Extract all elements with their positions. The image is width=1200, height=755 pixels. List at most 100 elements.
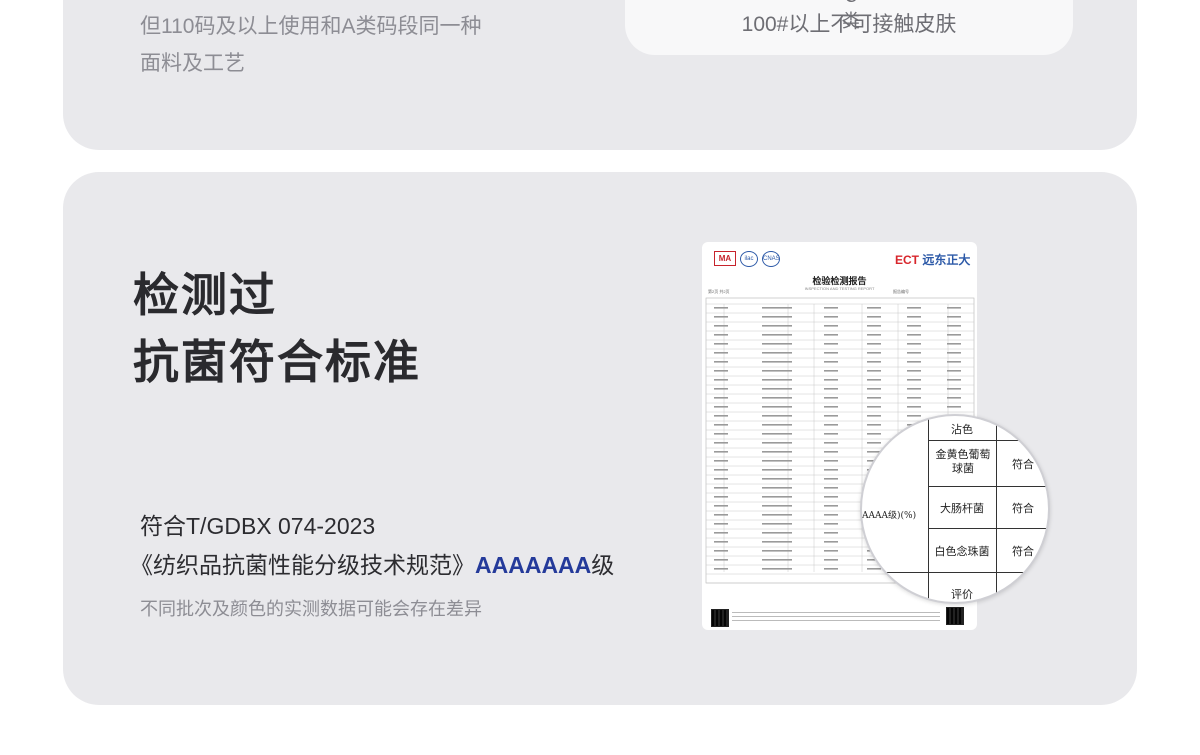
report-cell-text	[824, 550, 838, 552]
report-cell-text	[867, 325, 881, 327]
report-cell-text	[867, 343, 881, 345]
report-cell-text	[762, 550, 792, 552]
mag-row-ecoli: 大肠杆菌	[940, 502, 984, 515]
report-cell-text	[714, 487, 728, 489]
report-cell-text	[947, 370, 961, 372]
report-cell-text	[867, 370, 881, 372]
report-cell-text	[714, 478, 728, 480]
mag-divider	[862, 572, 1048, 573]
report-page-number: 第2页 共2页	[708, 289, 730, 294]
report-cell-text	[947, 316, 961, 318]
report-cell-text	[762, 379, 792, 381]
report-cell-text	[907, 325, 921, 327]
report-cell-text	[714, 334, 728, 336]
report-cell-text	[867, 406, 881, 408]
report-cell-text	[762, 433, 792, 435]
report-cell-text	[762, 559, 792, 561]
report-cell-text	[947, 307, 961, 309]
report-footer-line	[732, 612, 940, 613]
report-cell-text	[762, 307, 792, 309]
report-cell-text	[824, 370, 838, 372]
report-cell-text	[824, 460, 838, 462]
report-cell-text	[762, 487, 792, 489]
report-cell-text	[714, 559, 728, 561]
report-cell-text	[867, 397, 881, 399]
report-cell-text	[762, 415, 792, 417]
accreditation-logos: MA ilac CNAS	[714, 251, 780, 267]
fabric-note-line-2: 面料及工艺	[140, 52, 245, 75]
report-cell-text	[824, 334, 838, 336]
report-cell-text	[824, 307, 838, 309]
report-cell-text	[762, 316, 792, 318]
mag-row-candida: 白色念珠菌	[934, 545, 990, 558]
report-cell-text	[762, 442, 792, 444]
report-cell-text	[714, 307, 728, 309]
report-cell-text	[824, 478, 838, 480]
report-cell-text	[762, 523, 792, 525]
report-cell-text	[762, 361, 792, 363]
qr-code-icon	[711, 609, 729, 627]
mag-divider	[928, 440, 1048, 441]
report-cell-text	[714, 388, 728, 390]
report-cell-text	[907, 370, 921, 372]
report-cell-text	[867, 379, 881, 381]
report-cell-text	[714, 406, 728, 408]
report-cell-text	[907, 334, 921, 336]
mag-divider	[928, 486, 1048, 487]
report-cell-text	[714, 397, 728, 399]
report-cell-text	[762, 460, 792, 462]
report-cell-text	[947, 406, 961, 408]
report-footer-line	[732, 620, 940, 621]
report-subtitle: INSPECTION AND TESTING REPORT	[804, 286, 875, 291]
mag-result-3: 符合	[1012, 545, 1034, 558]
report-cell-text	[714, 325, 728, 327]
report-cell-text	[824, 424, 838, 426]
report-cell-text	[947, 334, 961, 336]
report-cell-text	[867, 361, 881, 363]
report-cell-text	[824, 388, 838, 390]
report-cell-text	[907, 406, 921, 408]
report-cell-text	[762, 325, 792, 327]
pill-category-fragment: C类	[842, 0, 860, 31]
report-cell-text	[714, 496, 728, 498]
report-cell-text	[867, 442, 881, 444]
report-cell-text	[762, 568, 792, 570]
report-cell-text	[867, 316, 881, 318]
report-cell-text	[907, 316, 921, 318]
report-cell-text	[714, 361, 728, 363]
report-cell-text	[947, 352, 961, 354]
report-cell-text	[762, 388, 792, 390]
report-cell-text	[762, 451, 792, 453]
mag-divider	[928, 528, 1048, 529]
report-cell-text	[947, 343, 961, 345]
report-cell-text	[947, 325, 961, 327]
report-cell-text	[762, 343, 792, 345]
report-cell-text	[824, 397, 838, 399]
report-cell-text	[907, 388, 921, 390]
report-cell-text	[714, 370, 728, 372]
report-cell-text	[824, 514, 838, 516]
report-cell-text	[824, 406, 838, 408]
report-cell-text	[824, 343, 838, 345]
report-cell-text	[867, 415, 881, 417]
report-cell-text	[714, 532, 728, 534]
report-cell-text	[714, 541, 728, 543]
report-cell-text	[907, 361, 921, 363]
report-cell-text	[762, 514, 792, 516]
report-cell-text	[947, 397, 961, 399]
qr-code-icon	[946, 607, 964, 625]
report-cell-text	[762, 406, 792, 408]
report-cell-text	[824, 352, 838, 354]
report-cell-text	[824, 469, 838, 471]
cnas-logo-icon: CNAS	[762, 251, 780, 267]
report-cell-text	[824, 523, 838, 525]
lab-brand-logo: ECT 远东正大	[895, 251, 970, 268]
report-cell-text	[824, 325, 838, 327]
report-cell-text	[714, 451, 728, 453]
fabric-note: 但110码及以上使用和A类码段同一种 面料及工艺	[140, 8, 482, 82]
report-cell-text	[824, 559, 838, 561]
report-cell-text	[824, 316, 838, 318]
report-cell-text	[714, 343, 728, 345]
report-cell-text	[762, 469, 792, 471]
report-cell-text	[714, 379, 728, 381]
